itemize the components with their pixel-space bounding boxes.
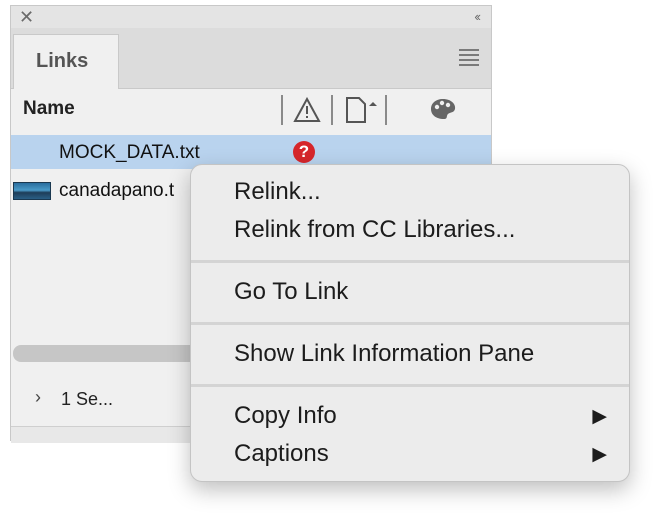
menu-item-relink[interactable]: Relink... bbox=[234, 178, 321, 206]
link-name: MOCK_DATA.txt bbox=[59, 142, 200, 163]
context-menu: Relink... Relink from CC Libraries... Go… bbox=[190, 164, 630, 482]
menu-item-show-link-info[interactable]: Show Link Information Pane bbox=[234, 340, 534, 368]
menu-item-copy-info[interactable]: Copy Info bbox=[234, 402, 337, 430]
palette-icon[interactable] bbox=[429, 97, 457, 121]
hamburger-icon[interactable] bbox=[459, 49, 479, 69]
question-mark-icon: ? bbox=[293, 141, 315, 163]
menu-item-captions[interactable]: Captions bbox=[234, 440, 329, 468]
triangle-right-icon: ▶ bbox=[592, 444, 607, 465]
tab-row: Links bbox=[11, 28, 491, 89]
page-icon[interactable] bbox=[345, 96, 385, 124]
chevron-right-icon[interactable]: › bbox=[35, 387, 41, 408]
close-icon[interactable]: ✕ bbox=[19, 6, 34, 28]
warning-triangle-icon[interactable] bbox=[293, 97, 321, 123]
name-column-header[interactable]: Name bbox=[23, 98, 75, 120]
tab-links[interactable]: Links bbox=[13, 34, 119, 89]
column-header: Name bbox=[11, 89, 491, 131]
double-chevron-left-icon[interactable]: ‹‹ bbox=[474, 6, 481, 28]
column-divider bbox=[331, 95, 333, 125]
menu-item-relink-cc-libraries[interactable]: Relink from CC Libraries... bbox=[234, 216, 515, 244]
menu-separator bbox=[191, 322, 629, 325]
triangle-right-icon: ▶ bbox=[592, 406, 607, 427]
image-thumbnail bbox=[13, 182, 51, 200]
menu-separator bbox=[191, 260, 629, 263]
panel-titlebar: ✕ ‹‹ bbox=[11, 6, 491, 29]
menu-separator bbox=[191, 384, 629, 387]
column-divider bbox=[385, 95, 387, 125]
menu-item-go-to-link[interactable]: Go To Link bbox=[234, 278, 348, 306]
column-divider bbox=[281, 95, 283, 125]
link-name: canadapano.t bbox=[59, 180, 175, 201]
selection-info: 1 Se... bbox=[61, 389, 114, 409]
